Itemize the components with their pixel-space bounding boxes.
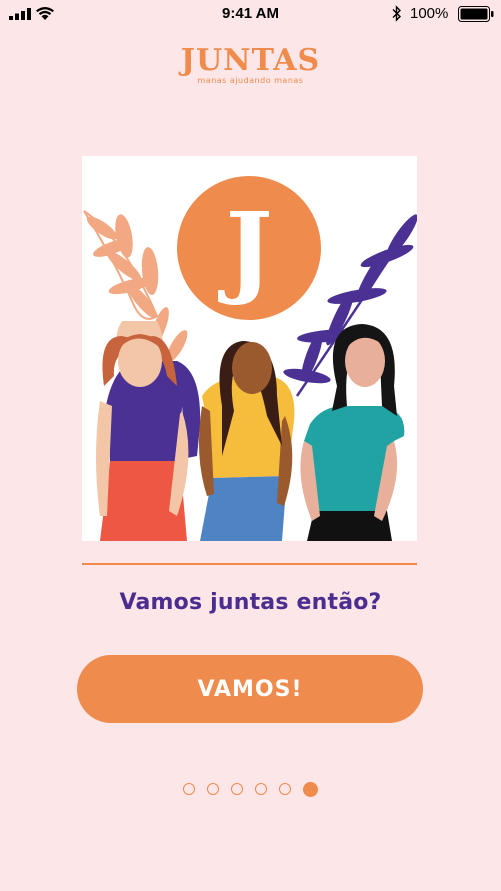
battery-icon xyxy=(458,6,494,22)
woman-middle-figure xyxy=(198,341,295,541)
page-dot-1[interactable] xyxy=(183,783,195,795)
page-dot-4[interactable] xyxy=(255,783,267,795)
logo-wordmark: JUNTAS xyxy=(180,43,321,78)
page-dot-2[interactable] xyxy=(207,783,219,795)
page-dot-5[interactable] xyxy=(279,783,291,795)
onboarding-question: Vamos juntas então? xyxy=(119,590,382,615)
app-logo: JUNTAS manas ajudando manas xyxy=(0,43,501,86)
divider xyxy=(82,563,417,565)
logo-tagline: manas ajudando manas xyxy=(197,76,304,85)
page-indicator xyxy=(0,781,501,797)
page-dot-6-active[interactable] xyxy=(303,781,318,797)
page-dot-3[interactable] xyxy=(231,783,243,795)
woman-left-figure xyxy=(96,321,201,541)
vamos-button[interactable]: VAMOS! xyxy=(77,655,423,723)
status-bar: 9:41 AM 100% xyxy=(0,0,501,28)
bluetooth-icon xyxy=(392,5,401,22)
onboarding-illustration: J xyxy=(82,156,417,541)
battery-percent: 100% xyxy=(410,5,449,22)
badge-letter: J xyxy=(217,190,272,308)
